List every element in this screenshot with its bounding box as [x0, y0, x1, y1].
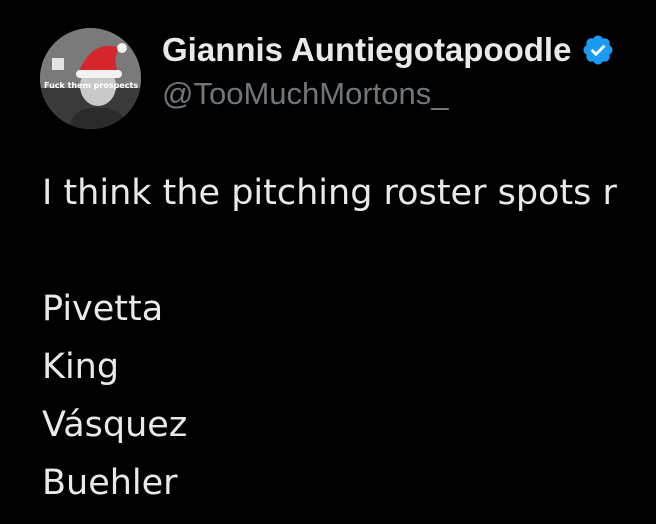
tweet-text: I think the pitching roster spots r Pive… — [42, 164, 656, 512]
avatar[interactable]: Fuck them prospects — [40, 28, 141, 129]
verified-badge-icon — [581, 33, 615, 67]
svg-text:Fuck them prospects: Fuck them prospects — [44, 81, 138, 90]
pitcher-list-item: Vásquez — [42, 405, 188, 445]
pitcher-list-item: King — [42, 347, 120, 387]
tweet-header: Giannis Auntiegotapoodle @TooMuchMortons… — [162, 30, 656, 114]
pitcher-list-item: Pivetta — [42, 289, 164, 329]
tweet-card: Fuck them prospects Giannis Auntiegotapo… — [0, 0, 656, 524]
display-name[interactable]: Giannis Auntiegotapoodle — [162, 30, 571, 70]
avatar-image: Fuck them prospects — [40, 28, 141, 129]
pitcher-list-item: Buehler — [42, 463, 178, 503]
user-handle[interactable]: @TooMuchMortons_ — [162, 74, 656, 114]
tweet-intro: I think the pitching roster spots r — [42, 173, 617, 213]
